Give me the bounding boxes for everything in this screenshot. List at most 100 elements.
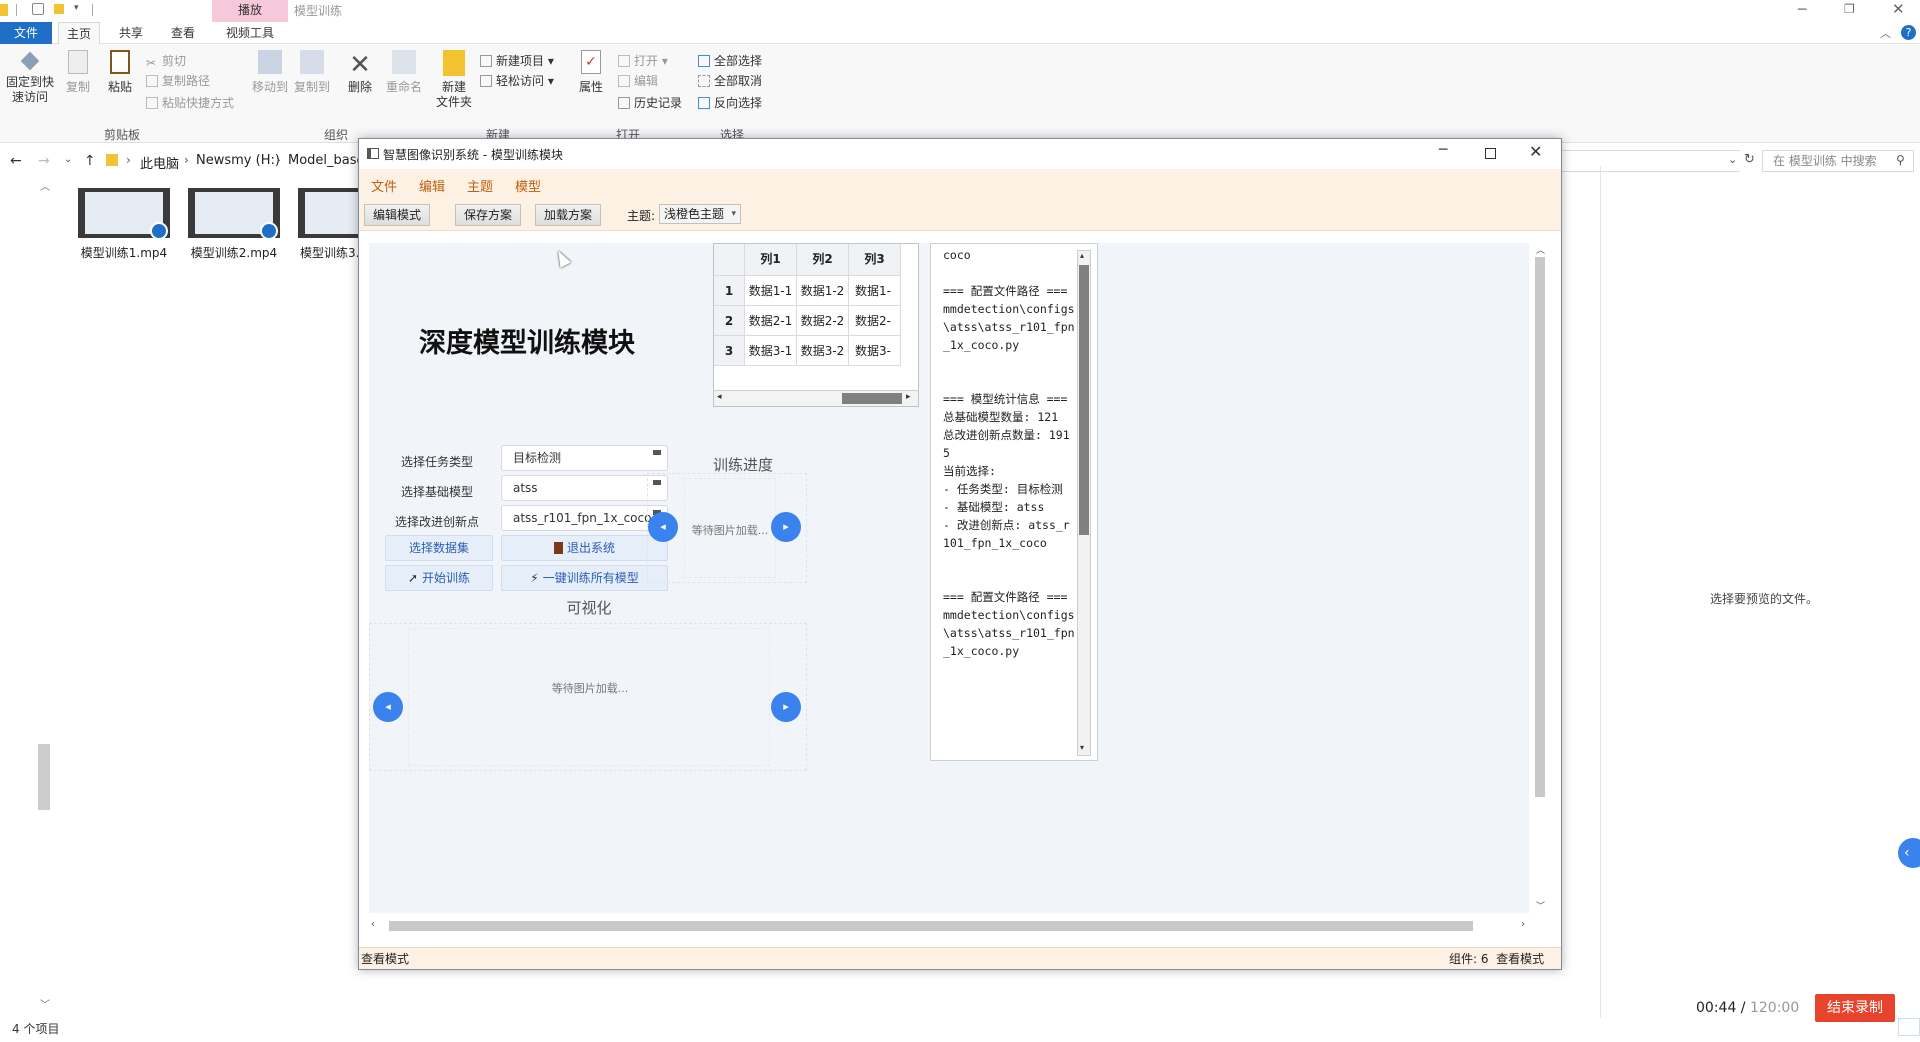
new-folder-quick-icon[interactable] bbox=[54, 4, 64, 14]
address-field-tail[interactable] bbox=[1560, 150, 1740, 172]
grid-scroll-thumb[interactable] bbox=[842, 393, 902, 404]
edit-button[interactable]: 编辑 bbox=[618, 72, 658, 90]
theme-select[interactable]: 浅橙色主题 ▾ bbox=[659, 204, 742, 224]
grid-cell[interactable]: 数据3-2 bbox=[797, 336, 849, 366]
scroll-right-icon[interactable]: › bbox=[1521, 919, 1525, 930]
progress-next-button[interactable]: ▸ bbox=[771, 512, 801, 542]
menu-theme[interactable]: 主题 bbox=[467, 176, 493, 195]
log-scrollbar[interactable]: ▴ ▾ bbox=[1077, 250, 1091, 756]
grid-cell[interactable]: 数据3-1 bbox=[745, 336, 797, 366]
properties-quick-icon[interactable] bbox=[32, 3, 44, 15]
grid-cell[interactable]: 数据1-2 bbox=[797, 276, 849, 306]
cut-button[interactable]: ✂ 剪切 bbox=[146, 52, 186, 70]
visualization-next-button[interactable]: ▸ bbox=[771, 692, 801, 722]
start-training-button[interactable]: ➚ 开始训练 bbox=[385, 565, 493, 591]
workspace-hscrollbar[interactable]: ‹ › bbox=[369, 919, 1533, 933]
rename-button[interactable]: 重命名 bbox=[384, 50, 424, 95]
scroll-up-icon[interactable]: ︿ bbox=[40, 178, 50, 193]
paste-button[interactable]: 粘贴 bbox=[104, 50, 136, 95]
grid-column-header[interactable]: 列2 bbox=[797, 244, 849, 276]
scroll-left-icon[interactable]: ‹ bbox=[371, 919, 375, 930]
file-item[interactable]: 模型训练3. bbox=[296, 188, 358, 260]
file-item[interactable]: 模型训练2.mp4 bbox=[186, 188, 282, 260]
easy-access-button[interactable]: 轻松访问 ▾ bbox=[480, 72, 554, 90]
side-collapse-icon[interactable]: ‹ bbox=[1898, 838, 1920, 868]
exit-system-button[interactable]: 退出系统 bbox=[501, 535, 668, 561]
paste-shortcut-button[interactable]: 粘贴快捷方式 bbox=[146, 94, 234, 112]
visualization-prev-button[interactable]: ◂ bbox=[373, 692, 403, 722]
new-folder-button[interactable]: 新建 文件夹 bbox=[434, 50, 474, 110]
workspace-vscrollbar[interactable]: ︿ ﹀ bbox=[1533, 243, 1547, 913]
log-panel[interactable]: coco === 配置文件路径 === mmdetection\configs\… bbox=[930, 243, 1098, 761]
address-dropdown-icon[interactable]: ⌄ bbox=[1728, 153, 1737, 166]
back-icon[interactable]: ← bbox=[10, 153, 22, 169]
file-item[interactable]: 模型训练1.mp4 bbox=[76, 188, 172, 260]
grid-cell[interactable]: 数据2- bbox=[849, 306, 901, 336]
stop-recording-button[interactable]: 结束录制 bbox=[1815, 994, 1895, 1022]
scroll-down-icon[interactable]: ﹀ bbox=[1536, 899, 1545, 912]
grid-cell[interactable]: 数据2-1 bbox=[745, 306, 797, 336]
grid-row-header[interactable]: 3 bbox=[714, 336, 745, 366]
grid-cell[interactable]: 数据2-2 bbox=[797, 306, 849, 336]
copy-button[interactable]: 复制 bbox=[62, 50, 94, 95]
select-dataset-button[interactable]: 选择数据集 bbox=[385, 535, 493, 561]
scrollbar-thumb[interactable] bbox=[38, 744, 50, 810]
tab-file[interactable]: 文件 bbox=[0, 22, 52, 44]
context-tab-play[interactable]: 播放 bbox=[212, 0, 288, 22]
select-all-button[interactable]: 全部选择 bbox=[698, 52, 762, 70]
move-to-button[interactable]: 移动到 bbox=[250, 50, 290, 95]
menu-edit[interactable]: 编辑 bbox=[419, 176, 445, 195]
copy-path-button[interactable]: 复制路径 bbox=[146, 72, 210, 90]
scroll-left-icon[interactable]: ◂ bbox=[717, 392, 722, 402]
forward-icon[interactable]: → bbox=[38, 153, 50, 169]
grid-row-header[interactable]: 2 bbox=[714, 306, 745, 336]
copy-to-button[interactable]: 复制到 bbox=[292, 50, 332, 95]
open-button[interactable]: 打开 ▾ bbox=[618, 52, 668, 70]
minimize-icon[interactable]: ─ bbox=[1798, 2, 1806, 18]
tab-home[interactable]: 主页 bbox=[58, 22, 100, 44]
grid-hscrollbar[interactable]: ◂ ▸ bbox=[714, 390, 918, 406]
close-icon[interactable]: ✕ bbox=[1892, 0, 1905, 18]
progress-prev-button[interactable]: ◂ bbox=[648, 512, 678, 542]
breadcrumb-model-base[interactable]: Model_base bbox=[288, 153, 365, 168]
pin-quick-access-button[interactable]: 固定到快 速访问 bbox=[4, 50, 56, 105]
app-maximize-icon[interactable] bbox=[1485, 148, 1496, 159]
search-input[interactable]: 在 模型训练 中搜索 bbox=[1762, 150, 1914, 172]
file-pane-scrollbar[interactable]: ︿ ﹀ bbox=[36, 178, 52, 1011]
select-none-button[interactable]: 全部取消 bbox=[698, 72, 762, 90]
collapse-ribbon-icon[interactable]: ︿ bbox=[1880, 25, 1891, 41]
tab-share[interactable]: 共享 bbox=[110, 22, 152, 44]
recent-dropdown-icon[interactable]: ⌄ bbox=[64, 154, 72, 165]
up-icon[interactable]: ↑ bbox=[84, 153, 96, 169]
data-grid[interactable]: 列1 列2 列3 1 数据1-1 数据1-2 数据1- 2 数据2-1 数据2-… bbox=[713, 243, 919, 407]
scroll-down-icon[interactable]: ▾ bbox=[1080, 743, 1084, 752]
history-button[interactable]: 历史记录 bbox=[618, 94, 682, 112]
scroll-down-icon[interactable]: ﹀ bbox=[40, 996, 50, 1011]
workspace-vscroll-thumb[interactable] bbox=[1535, 257, 1545, 797]
load-plan-button[interactable]: 加载方案 bbox=[535, 204, 602, 226]
menu-file[interactable]: 文件 bbox=[371, 176, 397, 195]
grid-cell[interactable]: 数据1- bbox=[849, 276, 901, 306]
scroll-up-icon[interactable]: ︿ bbox=[1536, 243, 1545, 256]
quick-access-dropdown-icon[interactable]: ▾ bbox=[74, 3, 79, 13]
grid-cell[interactable]: 数据1-1 bbox=[745, 276, 797, 306]
save-plan-button[interactable]: 保存方案 bbox=[455, 204, 522, 226]
delete-button[interactable]: ✕ 删除 bbox=[344, 50, 376, 95]
edit-mode-button[interactable]: 编辑模式 bbox=[364, 204, 431, 226]
app-minimize-icon[interactable]: ─ bbox=[1439, 142, 1447, 158]
base-model-select[interactable]: atss bbox=[501, 475, 668, 501]
refresh-icon[interactable]: ↻ bbox=[1744, 152, 1755, 167]
log-scroll-thumb[interactable] bbox=[1079, 265, 1089, 535]
scroll-right-icon[interactable]: ▸ bbox=[906, 392, 911, 402]
task-type-select[interactable]: 目标检测 bbox=[501, 445, 668, 471]
improve-point-select[interactable]: atss_r101_fpn_1x_coco bbox=[501, 505, 668, 531]
restore-icon[interactable]: ❐ bbox=[1844, 2, 1855, 16]
app-close-icon[interactable]: ✕ bbox=[1529, 142, 1542, 161]
workspace-hscroll-thumb[interactable] bbox=[389, 921, 1473, 931]
tab-video-tools[interactable]: 视频工具 bbox=[212, 22, 288, 44]
grid-column-header[interactable]: 列3 bbox=[849, 244, 901, 276]
grid-row-header[interactable]: 1 bbox=[714, 276, 745, 306]
properties-button[interactable]: ✓ 属性 bbox=[576, 50, 606, 95]
new-item-button[interactable]: 新建项目 ▾ bbox=[480, 52, 554, 70]
breadcrumb-drive[interactable]: Newsmy (H:) bbox=[196, 153, 280, 168]
